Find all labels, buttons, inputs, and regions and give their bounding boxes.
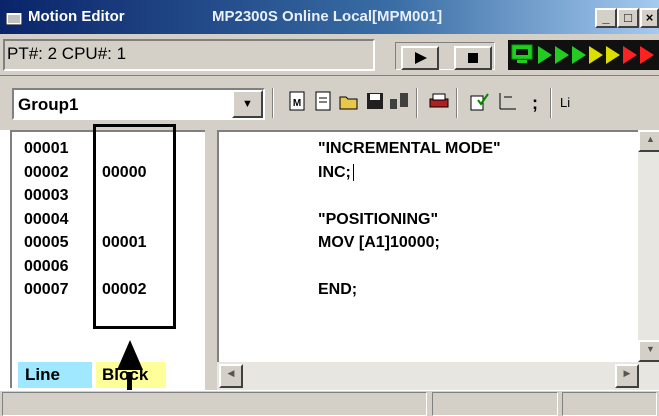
status-pane-tertiary [562, 392, 657, 416]
open-folder-icon[interactable] [338, 91, 360, 115]
code-editor[interactable]: "INCREMENTAL MODE" INC; "POSITIONING" MOV … [217, 130, 659, 390]
app-title: Motion Editor [28, 8, 125, 25]
code-line[interactable]: INC; [318, 161, 359, 184]
toolbar-separator [272, 88, 274, 118]
panel-divider[interactable] [205, 130, 217, 390]
print-icon[interactable] [428, 91, 450, 115]
line-number: 00003 [24, 187, 69, 204]
status-light-icon [606, 46, 620, 64]
pt-cpu-readout: PT#: 2 CPU#: 1 [3, 39, 375, 71]
status-light-icon [623, 46, 637, 64]
line-legend: Line [18, 362, 92, 388]
stop-button[interactable] [454, 46, 492, 70]
minimize-button[interactable]: _ [595, 8, 617, 28]
status-light-icon [640, 46, 654, 64]
play-icon [415, 52, 427, 64]
status-light-strip [508, 40, 659, 70]
maximize-button[interactable]: □ [617, 8, 639, 28]
vertical-scrollbar[interactable]: ▲ ▼ [638, 130, 659, 362]
svg-text:M: M [293, 98, 301, 109]
status-light-icon [538, 46, 552, 64]
status-pane-main [2, 392, 427, 416]
code-line[interactable]: "POSITIONING" [318, 208, 438, 231]
status-light-icon [555, 46, 569, 64]
group-select-value: Group1 [18, 95, 79, 114]
toolbar-separator [416, 88, 418, 118]
text-caret [352, 163, 359, 181]
status-light-icon [589, 46, 603, 64]
line-number: 00001 [24, 140, 69, 157]
status-pane-secondary [432, 392, 558, 416]
run-button[interactable] [401, 46, 439, 70]
m-doc-icon[interactable]: M [286, 91, 308, 115]
scroll-left-button[interactable]: ◀ [219, 364, 243, 388]
line-number: 00006 [24, 257, 69, 275]
line-legend-label: Line [25, 365, 60, 384]
scroll-up-button[interactable]: ▲ [638, 130, 659, 152]
toolbar-separator [550, 88, 552, 118]
save-icon[interactable] [364, 91, 386, 115]
status-light-icon [572, 46, 586, 64]
chevron-down-icon[interactable]: ▼ [232, 90, 263, 118]
semicolon-icon[interactable]: ; [524, 91, 546, 115]
horizontal-scrollbar[interactable]: ◀ ▶ [217, 362, 659, 390]
code-line[interactable]: MOV [A1]10000; [318, 231, 440, 254]
stop-icon [468, 53, 478, 63]
line-number: 00004 [24, 210, 69, 228]
code-line[interactable]: END; [318, 278, 357, 301]
pointer-arrow-icon [117, 340, 143, 370]
scroll-down-button[interactable]: ▼ [638, 340, 659, 362]
connection-status-title: MP2300S Online Local[MPM001] [212, 8, 443, 25]
doc-icon[interactable] [312, 91, 334, 115]
monitor-icon [511, 44, 533, 63]
network-icon[interactable] [388, 91, 410, 115]
close-button[interactable]: × [640, 8, 659, 28]
app-window-icon [5, 8, 23, 26]
toolbar-partial-label[interactable]: Li [560, 91, 570, 115]
code-line[interactable]: "INCREMENTAL MODE" [318, 137, 501, 160]
scroll-right-button[interactable]: ▶ [615, 364, 639, 388]
line-number: 00002 [24, 163, 69, 181]
toolbar-separator [456, 88, 458, 118]
block-column-highlight [93, 124, 176, 329]
line-number: 00007 [24, 281, 69, 298]
line-number: 00005 [24, 234, 69, 251]
check-icon[interactable] [468, 91, 490, 115]
axis-icon[interactable] [496, 91, 518, 115]
